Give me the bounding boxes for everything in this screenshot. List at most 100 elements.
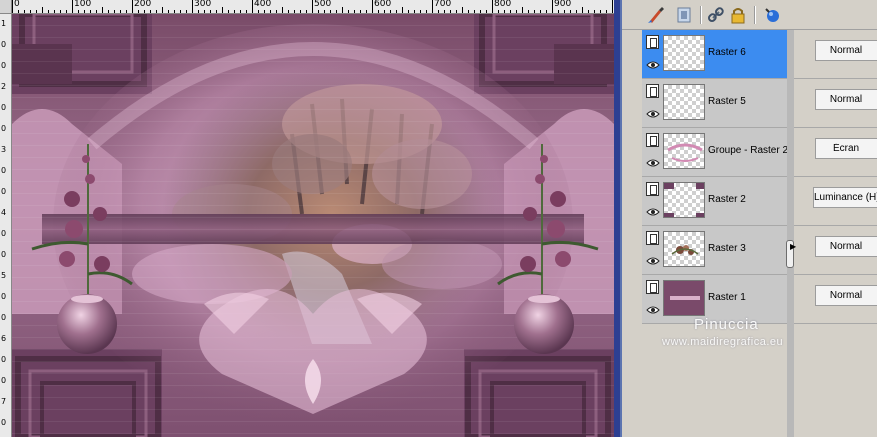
ruler-tick: [144, 10, 145, 13]
ruler-tick: [438, 10, 439, 13]
layer-row-body[interactable]: Raster 6: [642, 30, 789, 78]
ruler-label: 0: [1, 187, 7, 196]
ruler-label: 900: [554, 0, 572, 9]
ruler-tick: [390, 10, 391, 13]
ruler-tick: [348, 10, 349, 13]
brush-icon[interactable]: [646, 5, 666, 25]
ruler-tick: [486, 10, 487, 13]
ruler-label: 0: [1, 418, 7, 427]
ruler-label: 0: [1, 355, 7, 364]
ruler-tick: [120, 10, 121, 13]
layer-properties-icon[interactable]: [646, 280, 659, 294]
ruler-tick: [54, 10, 55, 13]
ruler-tick: [432, 0, 433, 13]
ruler-tick: [600, 10, 601, 13]
ruler-tick: [132, 0, 133, 13]
blend-mode-select[interactable]: Luminance (H) ▼: [813, 187, 877, 208]
layer-thumbnail[interactable]: [663, 133, 705, 169]
blend-mode-select[interactable]: Normal ▼: [815, 236, 877, 257]
ruler-tick: [420, 10, 421, 13]
layer-thumbnail[interactable]: [663, 280, 705, 316]
ruler-vertical[interactable]: 1 0 0 2 0 0 3 0 0 4 0 0 5 0 0 6 0 0 7 0: [0, 14, 12, 437]
eye-icon[interactable]: [645, 57, 660, 72]
image-canvas[interactable]: [12, 14, 614, 437]
ruler-tick: [468, 10, 469, 13]
ruler-tick: [138, 10, 139, 13]
layer-name: Raster 2: [708, 194, 746, 205]
canvas-area[interactable]: 0 100 200 300 400 500 600 700 800 900 10020030040…: [0, 0, 620, 437]
watermark-name: Pinuccia: [694, 316, 759, 333]
eye-icon[interactable]: [645, 155, 660, 170]
ruler-tick: [594, 10, 595, 13]
eye-icon[interactable]: [645, 204, 660, 219]
ruler-tick: [48, 10, 49, 13]
layer-thumbnail[interactable]: [663, 231, 705, 267]
blend-mode-select[interactable]: Normal ▼: [815, 40, 877, 61]
ruler-tick: [426, 10, 427, 13]
ruler-tick: [198, 10, 199, 13]
eye-icon[interactable]: [645, 253, 660, 268]
blend-mode-label: Normal: [829, 241, 863, 252]
chevron-right-icon[interactable]: ▶: [790, 242, 796, 251]
palette-splitter[interactable]: [787, 30, 794, 437]
layer-row-raster-2[interactable]: Raster 2 Luminance (H) ▼: [642, 177, 877, 226]
layer-thumbnail[interactable]: [663, 182, 705, 218]
ruler-tick: [150, 10, 151, 13]
ruler-tick: [498, 10, 499, 13]
layer-row-body[interactable]: Groupe - Raster 2: [642, 128, 789, 176]
ruler-tick: [306, 10, 307, 13]
layer-row-body[interactable]: Raster 3: [642, 226, 789, 274]
layer-row-raster-3[interactable]: Raster 3 Normal ▼: [642, 226, 877, 275]
layer-row-raster-1[interactable]: Raster 1 Normal ▼: [642, 275, 877, 324]
eye-icon[interactable]: [645, 106, 660, 121]
layer-properties-icon[interactable]: [646, 182, 659, 196]
ruler-tick: [204, 10, 205, 13]
ruler-horizontal[interactable]: 0 100 200 300 400 500 600 700 800 900: [12, 0, 620, 14]
link-icon[interactable]: [706, 5, 726, 25]
ruler-tick: [30, 10, 31, 13]
layer-properties-icon[interactable]: [646, 231, 659, 245]
ruler-label: 1: [1, 19, 7, 28]
layer-row-raster-5[interactable]: Raster 5 Normal ▼: [642, 79, 877, 128]
ruler-tick: [36, 10, 37, 13]
ruler-tick: [546, 10, 547, 13]
lock-icon[interactable]: [728, 5, 748, 25]
ruler-tick: [558, 10, 559, 13]
layer-thumbnail[interactable]: [663, 35, 705, 71]
eye-icon[interactable]: [645, 302, 660, 317]
layer-row-raster-6[interactable]: Raster 6 Normal ▼: [642, 30, 877, 79]
ruler-tick: [312, 0, 313, 13]
ruler-tick: [90, 10, 91, 13]
ruler-tick: [336, 10, 337, 13]
mask-icon[interactable]: [674, 5, 694, 25]
ruler-tick: [60, 10, 61, 13]
ruler-tick: [510, 10, 511, 13]
layer-name: Groupe - Raster 2: [708, 145, 789, 156]
layer-thumbnail[interactable]: [663, 84, 705, 120]
blend-mode-select[interactable]: Écran ▼: [815, 138, 877, 159]
blend-mode-select[interactable]: Normal ▼: [815, 89, 877, 110]
ruler-label: 700: [434, 0, 452, 9]
layers-palette: Raster 6 Normal ▼ Raster 5: [620, 0, 877, 437]
ruler-tick: [372, 0, 373, 13]
ruler-tick: [354, 10, 355, 13]
ruler-label: 800: [494, 0, 512, 9]
ruler-tick: [534, 10, 535, 13]
blend-mode-select[interactable]: Normal ▼: [815, 285, 877, 306]
ruler-tick: [156, 10, 157, 13]
ruler-tick: [72, 0, 73, 13]
layer-row-body[interactable]: Raster 5: [642, 79, 789, 127]
ruler-tick: [456, 10, 457, 13]
layer-properties-icon[interactable]: [646, 84, 659, 98]
blend-mode-label: Normal: [829, 45, 863, 56]
layer-row-groupe-raster-2[interactable]: Groupe - Raster 2 Écran ▼: [642, 128, 877, 177]
layer-properties-icon[interactable]: [646, 35, 659, 49]
blend-mode-label: Normal: [829, 94, 863, 105]
blend-icon[interactable]: [762, 5, 782, 25]
ruler-tick: [378, 10, 379, 13]
ruler-tick: [126, 10, 127, 13]
ruler-tick: [366, 10, 367, 13]
ruler-label: 7: [1, 397, 7, 406]
layer-row-body[interactable]: Raster 2: [642, 177, 789, 225]
layer-properties-icon[interactable]: [646, 133, 659, 147]
